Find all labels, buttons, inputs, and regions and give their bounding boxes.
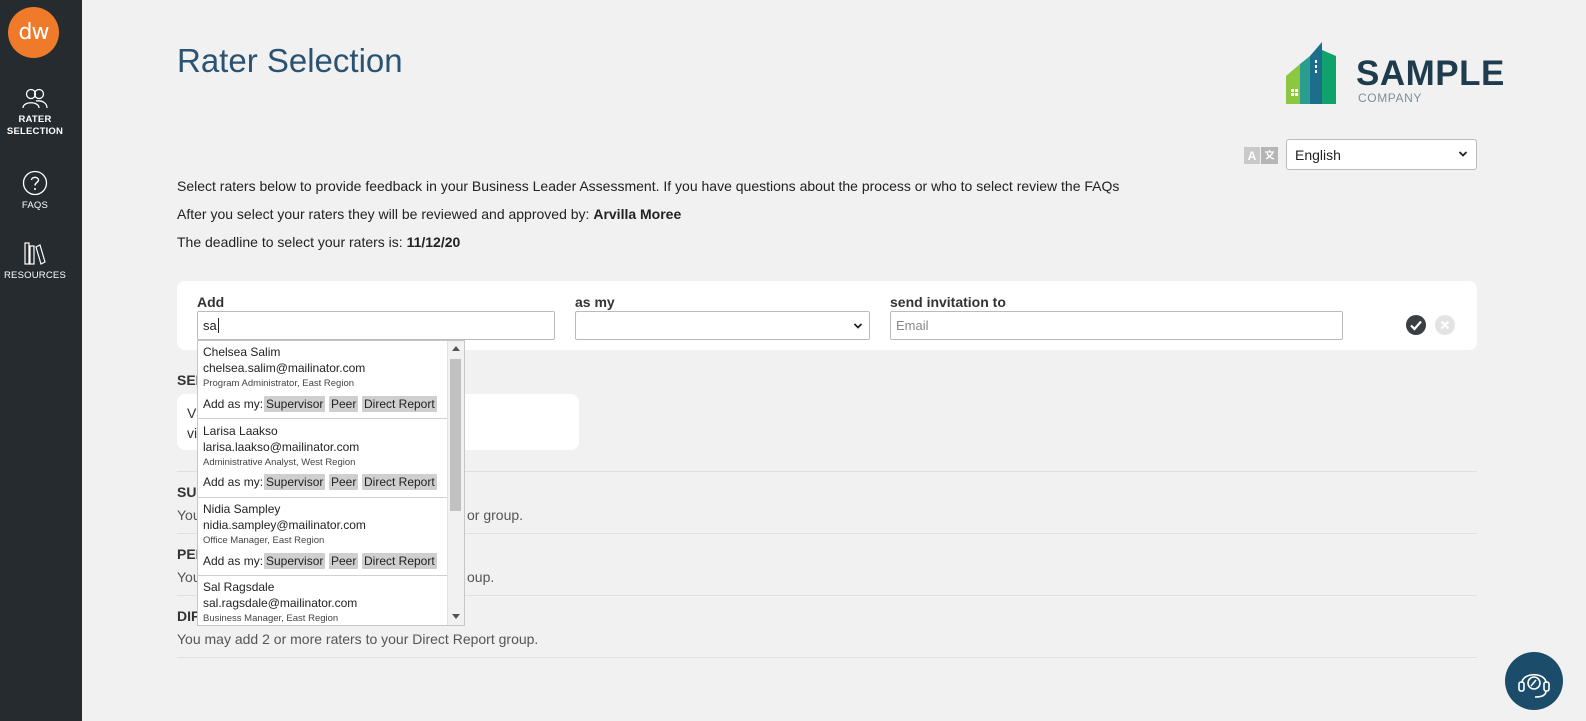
page-title: Rater Selection: [177, 42, 403, 79]
add-as-supervisor-button[interactable]: Supervisor: [264, 396, 326, 412]
suggestion-name: Larisa Laakso: [203, 424, 278, 438]
add-as-peer-button[interactable]: Peer: [329, 396, 359, 412]
suggestion-title: Program Administrator, East Region: [203, 378, 355, 389]
send-invitation-label: send invitation to: [890, 294, 1006, 310]
rater-suggestions-dropdown[interactable]: Chelsea Salim chelsea.salim@mailinator.c…: [197, 340, 465, 626]
confirm-button[interactable]: [1406, 315, 1426, 335]
add-as-label: Add as my:: [203, 397, 264, 411]
suggestion-item[interactable]: Larisa Laakso larisa.laakso@mailinator.c…: [198, 419, 448, 497]
add-as-label: Add as my:: [203, 554, 264, 568]
add-as-direct-report-button[interactable]: Direct Report: [362, 474, 437, 490]
add-as-peer-button[interactable]: Peer: [329, 474, 359, 490]
sidebar-item-label: FAQS: [21, 200, 49, 211]
sidebar-item-label: RATER SELECTION: [6, 114, 64, 137]
add-label: Add: [197, 294, 225, 310]
intro-line-2: After you select your raters they will b…: [177, 206, 681, 222]
intro-line-3: The deadline to select your raters is: 1…: [177, 234, 460, 250]
suggestion-title: Office Manager, East Region: [203, 535, 325, 546]
scrollbar-thumb[interactable]: [450, 359, 461, 511]
suggestion-item[interactable]: Sal Ragsdale sal.ragsdale@mailinator.com…: [198, 576, 448, 625]
scroll-up-icon[interactable]: [452, 346, 460, 351]
intro-line-1: Select raters below to provide feedback …: [177, 178, 1120, 194]
deadline-date: 11/12/20: [406, 234, 461, 250]
headset-icon: [1518, 673, 1550, 698]
translate-icon: A: [1244, 147, 1278, 164]
as-my-label: as my: [575, 294, 615, 310]
sidebar-item-resources[interactable]: RESOURCES: [0, 240, 70, 282]
app-logo[interactable]: dw: [8, 7, 59, 58]
selected-raters-text: vi: [187, 425, 198, 441]
approver-name: Arvilla Moree: [593, 206, 682, 222]
suggestion-item[interactable]: Nidia Sampley nidia.sampley@mailinator.c…: [198, 498, 448, 575]
relationship-select[interactable]: [575, 311, 870, 340]
email-field[interactable]: Email: [890, 311, 1343, 340]
company-logo: SAMPLE COMPANY: [1286, 42, 1504, 106]
sidebar-item-faqs[interactable]: FAQS: [0, 170, 70, 212]
dropdown-scrollbar[interactable]: [447, 341, 464, 625]
suggestion-email: sal.ragsdale@mailinator.com: [203, 596, 358, 610]
chevron-down-icon: [1458, 151, 1468, 157]
add-as-direct-report-button[interactable]: Direct Report: [362, 553, 437, 569]
svg-text:A: A: [1248, 149, 1257, 163]
brand-subtitle: COMPANY: [1358, 91, 1422, 105]
building-icon: [1286, 42, 1336, 104]
people-icon: [22, 88, 48, 109]
deadline-prefix: The deadline to select your raters is:: [177, 234, 403, 250]
supervisor-group-text: or group.: [467, 507, 524, 523]
add-as-peer-button[interactable]: Peer: [329, 553, 359, 569]
rater-search-input[interactable]: sa: [197, 311, 555, 340]
brand-name: SAMPLE: [1356, 54, 1505, 93]
suggestion-item[interactable]: Chelsea Salim chelsea.salim@mailinator.c…: [198, 341, 448, 418]
chevron-down-icon: [853, 323, 863, 329]
suggestion-email: larisa.laakso@mailinator.com: [203, 440, 360, 454]
suggestion-email: chelsea.salim@mailinator.com: [203, 361, 366, 375]
language-select[interactable]: English: [1286, 139, 1477, 170]
close-icon: [1440, 320, 1450, 330]
suggestion-title: Business Manager, East Region: [203, 613, 339, 624]
suggestion-name: Sal Ragsdale: [203, 580, 275, 594]
suggestion-name: Chelsea Salim: [203, 345, 281, 359]
direct-report-group-text: You may add 2 or more raters to your Dir…: [177, 631, 539, 647]
suggestion-title: Administrative Analyst, West Region: [203, 457, 356, 468]
add-as-supervisor-button[interactable]: Supervisor: [264, 474, 326, 490]
question-icon: [22, 170, 48, 196]
approver-prefix: After you select your raters they will b…: [177, 206, 590, 222]
divider: [177, 657, 1477, 658]
cancel-button[interactable]: [1435, 315, 1455, 335]
peer-group-text: oup.: [467, 569, 495, 585]
books-icon: [24, 242, 46, 265]
help-chat-button[interactable]: [1505, 652, 1563, 710]
suggestion-email: nidia.sampley@mailinator.com: [203, 518, 366, 532]
sidebar-item-rater-selection[interactable]: RATER SELECTION: [0, 88, 70, 138]
suggestion-name: Nidia Sampley: [203, 502, 281, 516]
sidebar-item-label: RESOURCES: [4, 270, 66, 281]
sidebar: dw RATER SELECTION FAQS RESOURCES: [0, 0, 82, 721]
scroll-down-icon[interactable]: [452, 614, 460, 619]
add-as-label: Add as my:: [203, 475, 264, 489]
add-as-direct-report-button[interactable]: Direct Report: [362, 396, 437, 412]
add-as-supervisor-button[interactable]: Supervisor: [264, 553, 326, 569]
check-icon: [1410, 320, 1422, 331]
